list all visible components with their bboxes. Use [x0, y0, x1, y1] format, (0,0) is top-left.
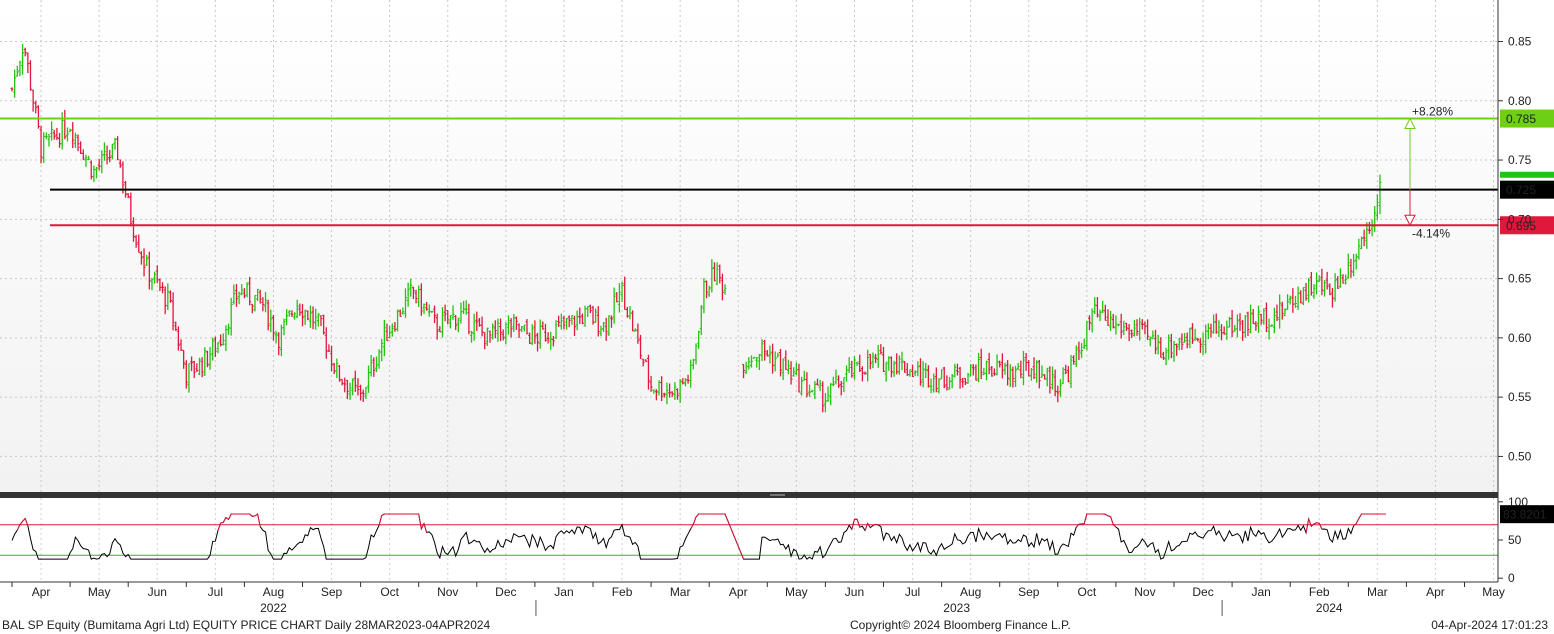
percent-annotation: +8.28%: [1412, 105, 1453, 119]
rsi-tick-label: 50: [1508, 533, 1522, 547]
x-month-label: Apr: [1426, 585, 1445, 599]
y-tick-label: 0.70: [1508, 212, 1532, 226]
price-chart: 0.7850.7250.695+8.28%-4.14% 83.8201 0.50…: [0, 0, 1554, 616]
rsi-tick-label: 0: [1508, 571, 1515, 585]
x-month-label: May: [88, 585, 111, 599]
x-year-label: 2022: [260, 601, 287, 615]
x-month-label: Sep: [321, 585, 343, 599]
price-level-label: 0.725: [1506, 183, 1536, 197]
x-year-label: 2024: [1316, 601, 1343, 615]
x-month-label: Nov: [1134, 585, 1155, 599]
y-tick-label: 0.65: [1508, 272, 1532, 286]
x-month-label: May: [785, 585, 808, 599]
x-month-label: Jan: [1251, 585, 1270, 599]
y-tick-label: 0.80: [1508, 94, 1532, 108]
x-month-label: Mar: [670, 585, 691, 599]
x-year-label: 2023: [943, 601, 970, 615]
rsi-tick-label: 100: [1508, 495, 1528, 509]
percent-annotation: -4.14%: [1412, 226, 1450, 240]
copyright-text: Copyright© 2024 Bloomberg Finance L.P.: [850, 618, 1071, 632]
y-tick-label: 0.55: [1508, 390, 1532, 404]
price-level-label: 0.785: [1506, 112, 1536, 126]
y-tick-label: 0.60: [1508, 331, 1532, 345]
x-month-label: Dec: [1192, 585, 1213, 599]
rsi-overbought-segment: [220, 521, 224, 524]
last-price-marker: [1500, 171, 1554, 178]
timestamp: 04-Apr-2024 17:01:23: [1431, 618, 1548, 632]
y-tick-label: 0.75: [1508, 153, 1532, 167]
x-month-label: Jun: [148, 585, 167, 599]
chart-footer-title: BAL SP Equity (Bumitama Agri Ltd) EQUITY…: [2, 618, 491, 632]
price-panel-background: [0, 0, 1498, 492]
rsi-overbought-segment: [875, 523, 879, 526]
x-month-label: Feb: [612, 585, 633, 599]
x-month-label: Oct: [1078, 585, 1097, 599]
x-month-label: Nov: [437, 585, 458, 599]
x-month-label: Jun: [845, 585, 864, 599]
x-month-label: Sep: [1018, 585, 1040, 599]
y-tick-label: 0.50: [1508, 449, 1532, 463]
x-month-label: Jul: [208, 585, 223, 599]
x-month-label: Jul: [905, 585, 920, 599]
rsi-value-label: 83.8201: [1503, 508, 1547, 522]
x-month-label: Apr: [32, 585, 51, 599]
x-month-label: Aug: [263, 585, 284, 599]
y-tick-label: 0.85: [1508, 34, 1532, 48]
x-month-label: Oct: [380, 585, 399, 599]
x-month-label: Mar: [1367, 585, 1388, 599]
x-month-label: Feb: [1309, 585, 1330, 599]
x-month-label: Aug: [960, 585, 981, 599]
x-month-label: Dec: [495, 585, 516, 599]
rsi-overbought-segment: [252, 515, 256, 517]
x-month-label: Apr: [729, 585, 748, 599]
panel-separator: [0, 492, 1498, 498]
x-month-label: May: [1482, 585, 1505, 599]
x-month-label: Jan: [554, 585, 573, 599]
